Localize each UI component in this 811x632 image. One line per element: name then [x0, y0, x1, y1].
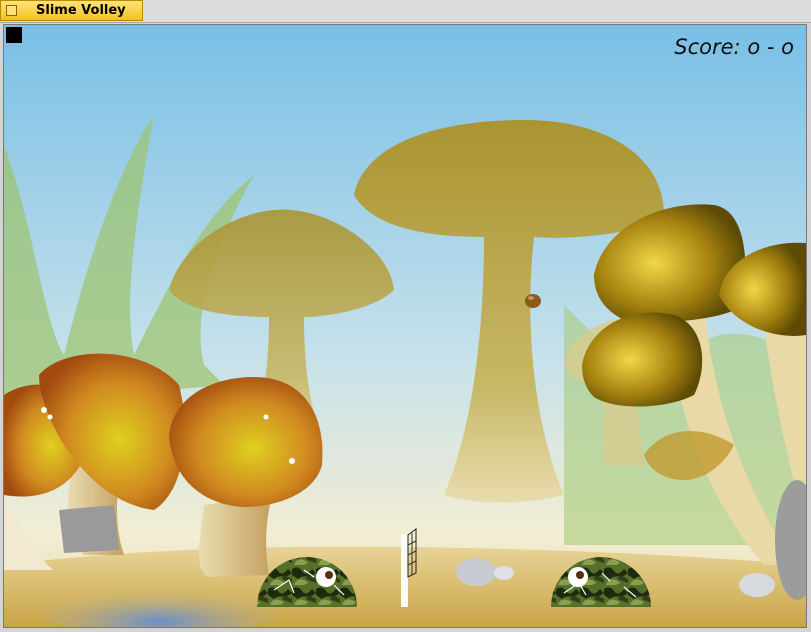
title-bar: Slime Volley — [0, 0, 811, 23]
score-separator: - — [766, 35, 775, 59]
window-title: Slime Volley — [36, 3, 126, 18]
menu-square-icon[interactable] — [6, 27, 22, 43]
score-display: Score: o - o — [674, 35, 794, 59]
net-post — [401, 535, 408, 607]
window-icon[interactable] — [6, 5, 17, 16]
game-canvas[interactable]: Score: o - o — [3, 24, 807, 628]
game-scene — [4, 25, 806, 627]
score-right: o — [781, 35, 794, 59]
ball — [525, 294, 541, 308]
window-tab[interactable]: Slime Volley — [0, 0, 143, 21]
score-label: Score: — [674, 35, 741, 59]
score-left: o — [747, 35, 761, 59]
